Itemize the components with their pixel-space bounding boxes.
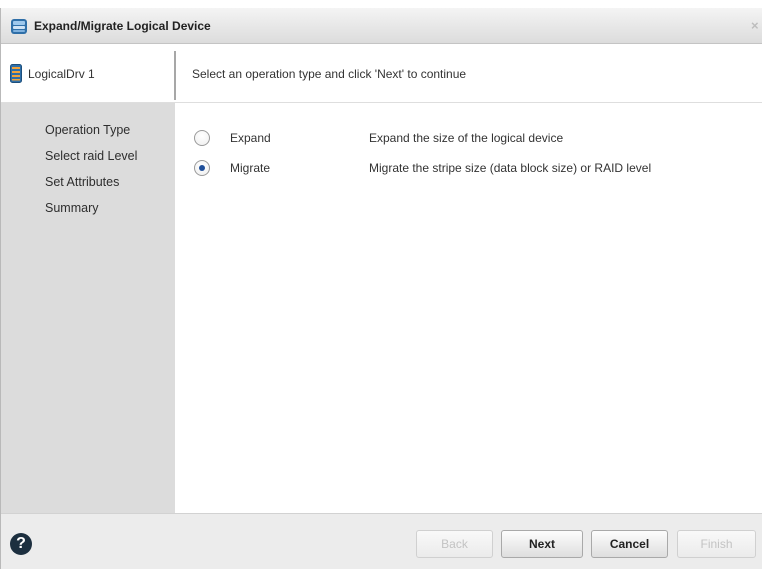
step-set-attributes: Set Attributes: [45, 175, 120, 189]
step-summary: Summary: [45, 201, 99, 215]
migrate-radio[interactable]: [194, 160, 210, 176]
logical-drive-icon: [10, 64, 22, 83]
migrate-label[interactable]: Migrate: [230, 161, 270, 175]
close-icon[interactable]: ×: [751, 18, 759, 33]
back-button[interactable]: Back: [416, 530, 493, 558]
step-select-raid-level: Select raid Level: [45, 149, 138, 163]
dialog-title: Expand/Migrate Logical Device: [34, 19, 211, 33]
dialog-footer: ? Back Next Cancel Finish: [1, 513, 762, 569]
header-divider: [174, 51, 176, 100]
finish-button[interactable]: Finish: [677, 530, 756, 558]
cancel-button[interactable]: Cancel: [591, 530, 668, 558]
dialog-header: LogicalDrv 1 Select an operation type an…: [1, 45, 762, 103]
device-name: LogicalDrv 1: [28, 67, 95, 81]
title-bar[interactable]: Expand/Migrate Logical Device ×: [1, 8, 762, 44]
help-icon[interactable]: ?: [10, 533, 32, 555]
wizard-steps-sidebar: Operation Type Select raid Level Set Att…: [1, 103, 175, 513]
next-button[interactable]: Next: [501, 530, 583, 558]
operation-type-panel: Expand Expand the size of the logical de…: [175, 103, 762, 513]
expand-radio[interactable]: [194, 130, 210, 146]
desktop-strip: [0, 0, 762, 8]
server-icon: [11, 19, 27, 34]
expand-label[interactable]: Expand: [230, 131, 271, 145]
radio-selected-dot: [199, 165, 205, 171]
instruction-text: Select an operation type and click 'Next…: [192, 67, 467, 81]
expand-migrate-dialog: Expand/Migrate Logical Device × LogicalD…: [0, 8, 762, 569]
migrate-description: Migrate the stripe size (data block size…: [369, 161, 652, 175]
step-operation-type: Operation Type: [45, 123, 131, 137]
expand-description: Expand the size of the logical device: [369, 131, 564, 145]
